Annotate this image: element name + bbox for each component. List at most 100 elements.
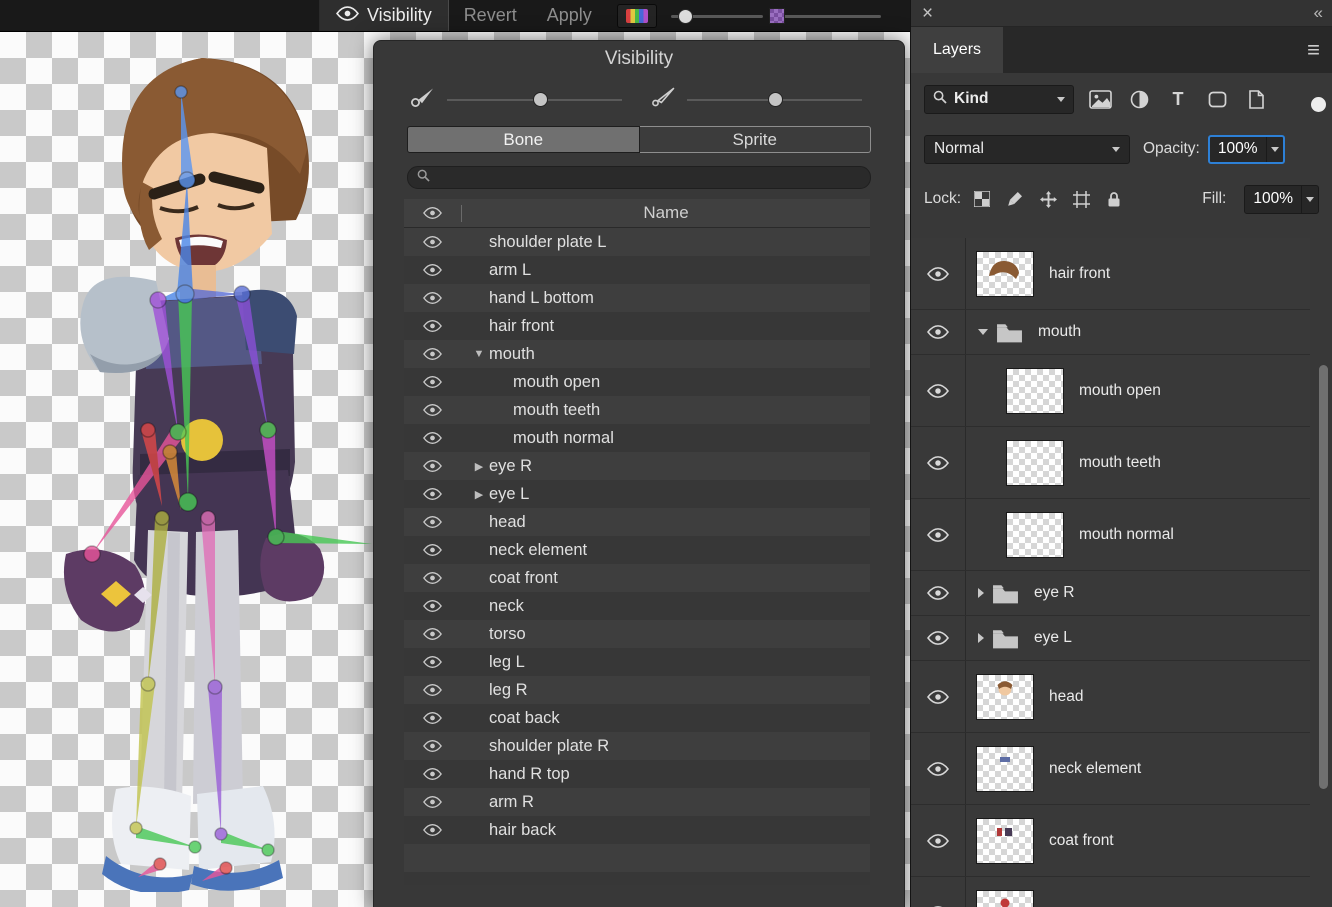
sprite-swatch-knob[interactable] <box>769 8 785 24</box>
opacity-value[interactable]: 100% <box>1210 137 1266 162</box>
layer-row[interactable]: head <box>911 661 1310 733</box>
layer-visibility-toggle[interactable] <box>911 877 966 907</box>
tab-sprite[interactable]: Sprite <box>640 126 872 153</box>
row-visibility-toggle[interactable] <box>404 347 461 361</box>
row-visibility-toggle[interactable] <box>404 599 461 613</box>
apply-button[interactable]: Apply <box>532 5 607 26</box>
layer-visibility-toggle[interactable] <box>911 355 966 426</box>
visibility-row[interactable]: coat front <box>404 564 870 592</box>
visibility-row[interactable]: shoulder plate L <box>404 228 870 256</box>
row-visibility-toggle[interactable] <box>404 683 461 697</box>
visibility-row[interactable]: coat back <box>404 704 870 732</box>
layer-visibility-toggle[interactable] <box>911 661 966 732</box>
collapse-panel-icon[interactable]: « <box>1314 3 1321 23</box>
blend-mode-dropdown[interactable]: Normal <box>924 135 1130 164</box>
row-visibility-toggle[interactable] <box>404 655 461 669</box>
visibility-row[interactable]: ▶eye L <box>404 480 870 508</box>
row-visibility-toggle[interactable] <box>404 571 461 585</box>
row-visibility-toggle[interactable] <box>404 739 461 753</box>
visibility-row[interactable]: hair back <box>404 816 870 844</box>
visibility-row[interactable]: mouth teeth <box>404 396 870 424</box>
fill-dropdown-button[interactable] <box>1301 186 1318 213</box>
filter-shape-layers-icon[interactable] <box>1204 86 1230 112</box>
fill-value[interactable]: 100% <box>1245 186 1301 213</box>
visibility-toggle-button[interactable]: Visibility <box>320 0 449 31</box>
row-visibility-toggle[interactable] <box>404 767 461 781</box>
layer-row[interactable] <box>911 877 1310 907</box>
visibility-search-input[interactable] <box>436 170 861 186</box>
slider-knob[interactable] <box>678 9 693 24</box>
visibility-row[interactable]: hair front <box>404 312 870 340</box>
sprite-transparency-knob[interactable] <box>768 92 783 107</box>
visibility-row[interactable]: arm R <box>404 788 870 816</box>
row-visibility-toggle[interactable] <box>404 711 461 725</box>
layer-group-row[interactable]: eye R <box>911 571 1310 616</box>
row-visibility-toggle[interactable] <box>404 319 461 333</box>
fill-input[interactable]: 100% <box>1244 185 1319 214</box>
layer-thumbnail[interactable] <box>1006 368 1064 414</box>
layer-row[interactable]: neck element <box>911 733 1310 805</box>
foldout-collapsed-icon[interactable]: ▶ <box>469 488 489 501</box>
layer-thumbnail[interactable] <box>1006 512 1064 558</box>
row-visibility-toggle[interactable] <box>404 403 461 417</box>
visibility-row[interactable]: hand R top <box>404 760 870 788</box>
layer-group-row[interactable]: eye L <box>911 616 1310 661</box>
lock-artboard-icon[interactable] <box>1070 188 1092 210</box>
kind-filter-dropdown[interactable]: Kind <box>924 85 1074 114</box>
visibility-row[interactable]: hand L bottom <box>404 284 870 312</box>
lock-position-move-icon[interactable] <box>1037 188 1059 210</box>
lock-transparency-icon[interactable] <box>971 188 993 210</box>
toolbar-sprite-opacity-slider[interactable] <box>769 0 881 32</box>
visibility-row[interactable]: neck <box>404 592 870 620</box>
layer-thumbnail[interactable] <box>976 746 1034 792</box>
group-collapsed-chevron-icon[interactable] <box>978 633 984 643</box>
opacity-input[interactable]: 100% <box>1208 135 1285 164</box>
row-visibility-toggle[interactable] <box>404 291 461 305</box>
layer-visibility-toggle[interactable] <box>911 427 966 498</box>
filter-type-layers-icon[interactable]: T <box>1165 86 1191 112</box>
tab-layers[interactable]: Layers <box>911 27 1003 73</box>
visibility-row[interactable]: head <box>404 508 870 536</box>
layer-row[interactable]: hair front <box>911 238 1310 310</box>
layer-group-row[interactable]: mouth <box>911 310 1310 355</box>
toolbar-bone-opacity-slider[interactable] <box>671 0 763 32</box>
layer-visibility-toggle[interactable] <box>911 616 966 660</box>
filter-smart-objects-icon[interactable] <box>1243 86 1269 112</box>
row-visibility-toggle[interactable] <box>404 543 461 557</box>
visibility-row[interactable]: mouth open <box>404 368 870 396</box>
layer-row[interactable]: mouth teeth <box>911 427 1310 499</box>
group-collapsed-chevron-icon[interactable] <box>978 588 984 598</box>
visibility-row[interactable]: shoulder plate R <box>404 732 870 760</box>
layer-visibility-toggle[interactable] <box>911 733 966 804</box>
visibility-row[interactable]: neck element <box>404 536 870 564</box>
bone-size-slider[interactable] <box>447 90 622 110</box>
layer-thumbnail[interactable] <box>976 890 1034 907</box>
layer-thumbnail[interactable] <box>976 251 1034 297</box>
visibility-row[interactable]: torso <box>404 620 870 648</box>
row-visibility-toggle[interactable] <box>404 235 461 249</box>
lock-all-padlock-icon[interactable] <box>1103 188 1125 210</box>
panel-menu-icon[interactable]: ≡ <box>1295 27 1332 73</box>
layer-visibility-toggle[interactable] <box>911 499 966 570</box>
filter-adjustment-layers-icon[interactable] <box>1126 86 1152 112</box>
filter-toggle-icon[interactable] <box>1311 97 1326 112</box>
layer-visibility-toggle[interactable] <box>911 238 966 309</box>
row-visibility-toggle[interactable] <box>404 795 461 809</box>
layer-thumbnail[interactable] <box>976 674 1034 720</box>
visibility-row[interactable]: mouth normal <box>404 424 870 452</box>
row-visibility-toggle[interactable] <box>404 627 461 641</box>
layers-scrollbar[interactable] <box>1319 365 1328 789</box>
group-expanded-chevron-icon[interactable] <box>978 329 988 335</box>
visibility-row[interactable]: ▶eye R <box>404 452 870 480</box>
visibility-search[interactable] <box>407 166 871 189</box>
row-visibility-toggle[interactable] <box>404 375 461 389</box>
layer-visibility-toggle[interactable] <box>911 310 966 354</box>
layer-visibility-toggle[interactable] <box>911 805 966 876</box>
opacity-dropdown-button[interactable] <box>1266 137 1283 162</box>
visibility-row[interactable]: leg L <box>404 648 870 676</box>
row-visibility-toggle[interactable] <box>404 459 461 473</box>
revert-button[interactable]: Revert <box>449 5 532 26</box>
layer-thumbnail[interactable] <box>1006 440 1064 486</box>
layer-thumbnail[interactable] <box>976 818 1034 864</box>
bone-color-button[interactable] <box>617 4 657 28</box>
